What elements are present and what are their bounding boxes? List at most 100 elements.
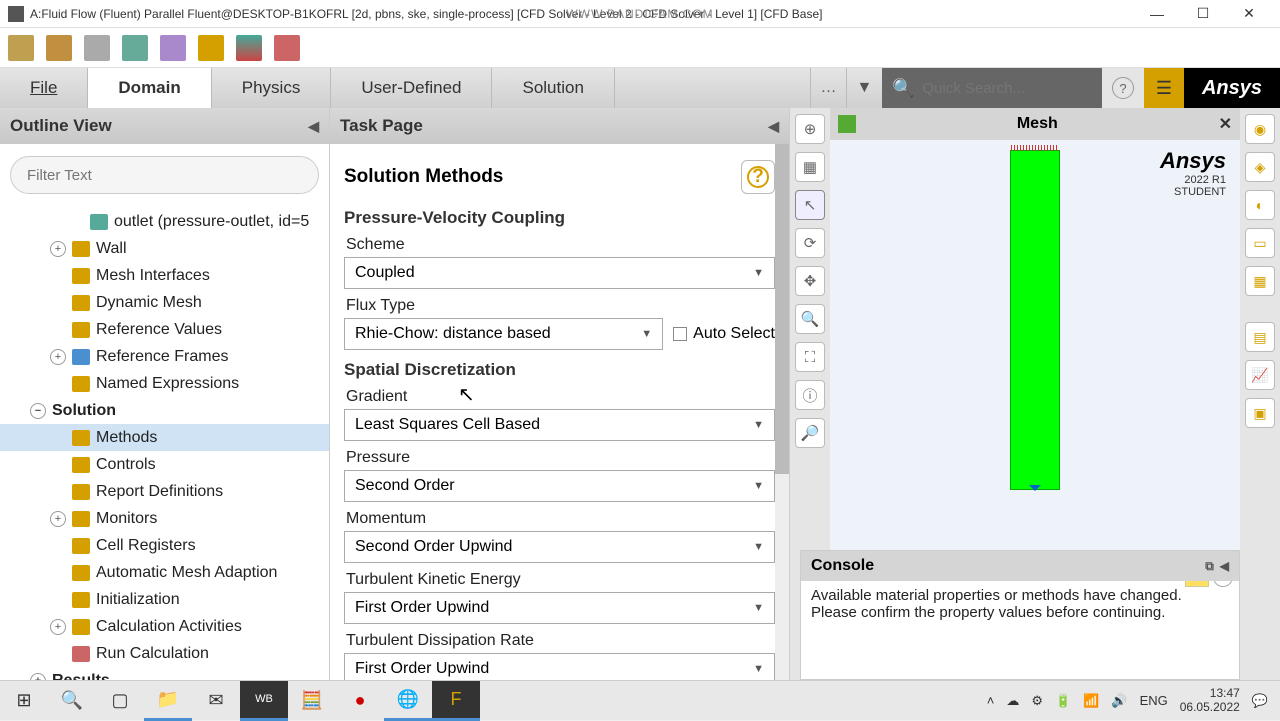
tray-language[interactable]: ENG xyxy=(1140,693,1168,708)
ribbon-more-icon[interactable]: … xyxy=(810,68,846,108)
tray-wifi-icon[interactable]: 📶 xyxy=(1083,693,1099,709)
ribbon: File Domain Physics User-Defined Solutio… xyxy=(0,68,1280,108)
menu-icon[interactable]: ☰ xyxy=(1144,68,1184,108)
rotate-icon[interactable]: ⟳ xyxy=(795,228,825,258)
tray-icon[interactable]: ⚙ xyxy=(1031,693,1043,709)
start-button[interactable]: ⊞ xyxy=(0,681,48,721)
collapse-icon[interactable]: ◀ xyxy=(308,118,319,135)
quick-search[interactable]: 🔍 xyxy=(882,68,1102,108)
tool-icon[interactable] xyxy=(198,35,224,61)
view-tool-icon[interactable]: ▦ xyxy=(795,152,825,182)
console-title: Console xyxy=(811,557,874,575)
warning-icon[interactable]: ⚠ xyxy=(1185,581,1209,587)
tree-node-calc-activities[interactable]: +Calculation Activities xyxy=(0,613,329,640)
minimize-button[interactable]: — xyxy=(1134,0,1180,28)
fit-icon[interactable]: ⛶ xyxy=(795,342,825,372)
gradient-dropdown[interactable]: Least Squares Cell Based xyxy=(344,409,775,441)
tree-node-run-calculation[interactable]: Run Calculation xyxy=(0,640,329,667)
tab-solution[interactable]: Solution xyxy=(492,68,614,108)
search-input[interactable] xyxy=(922,80,1092,97)
tree-node-reference-values[interactable]: Reference Values xyxy=(0,316,329,343)
maximize-button[interactable]: ☐ xyxy=(1180,0,1226,28)
tool-icon[interactable] xyxy=(122,35,148,61)
tool-icon[interactable] xyxy=(274,35,300,61)
tke-dropdown[interactable]: First Order Upwind xyxy=(344,592,775,624)
scheme-dropdown[interactable]: Coupled xyxy=(344,257,775,289)
ribbon-dropdown-icon[interactable]: ▼ xyxy=(846,68,882,108)
tree-node-controls[interactable]: Controls xyxy=(0,451,329,478)
system-tray[interactable]: ˄ ☁ ⚙ 🔋 📶 🔊 ENG 13:4706.05.2022 💬 xyxy=(975,687,1280,713)
tree-node-named-expressions[interactable]: Named Expressions xyxy=(0,370,329,397)
view-tool-icon[interactable]: ⊕ xyxy=(795,114,825,144)
tool-icon[interactable] xyxy=(46,35,72,61)
display-tool-icon[interactable]: ◈ xyxy=(1245,152,1275,182)
quick-toolbar xyxy=(0,28,1280,68)
display-tool-icon[interactable]: ▦ xyxy=(1245,266,1275,296)
zoom-region-icon[interactable]: 🔎 xyxy=(795,418,825,448)
mail-icon[interactable]: ✉ xyxy=(192,681,240,721)
info-icon[interactable]: ⓘ xyxy=(795,380,825,410)
tab-domain[interactable]: Domain xyxy=(88,68,211,108)
tree-node-initialization[interactable]: Initialization xyxy=(0,586,329,613)
flux-type-dropdown[interactable]: Rhie-Chow: distance based xyxy=(344,318,663,350)
tree-node-cell-registers[interactable]: Cell Registers xyxy=(0,532,329,559)
calculator-icon[interactable]: 🧮 xyxy=(288,681,336,721)
tray-chevron-icon[interactable]: ˄ xyxy=(987,693,995,708)
scroll-thumb[interactable] xyxy=(775,144,789,474)
tree-node-methods[interactable]: Methods xyxy=(0,424,329,451)
help-button[interactable]: ? xyxy=(1102,68,1144,108)
tab-user-defined[interactable]: User-Defined xyxy=(331,68,492,108)
display-tool-icon[interactable]: ◉ xyxy=(1245,114,1275,144)
auto-select-checkbox[interactable]: Auto Select xyxy=(673,325,775,343)
close-button[interactable]: ✕ xyxy=(1226,0,1272,28)
console-collapse-icon[interactable]: ◀ xyxy=(1220,559,1229,574)
search-button[interactable]: 🔍 xyxy=(48,681,96,721)
tree-node-results[interactable]: +Results xyxy=(0,667,329,680)
tree-node-reference-frames[interactable]: +Reference Frames xyxy=(0,343,329,370)
tree-node-outlet[interactable]: outlet (pressure-outlet, id=5 xyxy=(0,208,329,235)
chrome-icon[interactable]: 🌐 xyxy=(384,681,432,721)
zoom-icon[interactable]: 🔍 xyxy=(795,304,825,334)
tab-physics[interactable]: Physics xyxy=(212,68,332,108)
tree-node-mesh-interfaces[interactable]: Mesh Interfaces xyxy=(0,262,329,289)
fluent-icon[interactable]: F xyxy=(432,681,480,721)
tray-volume-icon[interactable]: 🔊 xyxy=(1111,693,1127,709)
collapse-icon[interactable]: ◀ xyxy=(768,118,779,135)
pan-icon[interactable]: ✥ xyxy=(795,266,825,296)
tray-battery-icon[interactable]: 🔋 xyxy=(1055,693,1071,709)
display-tool-icon[interactable]: ◐ xyxy=(1245,190,1275,220)
brand-logo: Ansys xyxy=(1184,68,1280,108)
tool-icon[interactable] xyxy=(160,35,186,61)
record-icon[interactable]: ● xyxy=(336,681,384,721)
tree-node-wall[interactable]: +Wall xyxy=(0,235,329,262)
explorer-icon[interactable]: 📁 xyxy=(144,681,192,721)
display-tool-icon[interactable]: ▭ xyxy=(1245,228,1275,258)
tree-node-report-definitions[interactable]: Report Definitions xyxy=(0,478,329,505)
tree-node-monitors[interactable]: +Monitors xyxy=(0,505,329,532)
section-pv-coupling: Pressure-Velocity Coupling xyxy=(344,208,775,228)
display-tool-icon[interactable]: 📈 xyxy=(1245,360,1275,390)
filter-input[interactable] xyxy=(10,156,319,194)
taskview-button[interactable]: ▢ xyxy=(96,681,144,721)
tool-icon[interactable] xyxy=(8,35,34,61)
tray-icon[interactable]: ☁ xyxy=(1006,693,1019,709)
momentum-dropdown[interactable]: Second Order Upwind xyxy=(344,531,775,563)
tree-node-solution[interactable]: −Solution xyxy=(0,397,329,424)
display-tool-icon[interactable]: ▣ xyxy=(1245,398,1275,428)
tdr-dropdown[interactable]: First Order Upwind xyxy=(344,653,775,680)
tree-node-dynamic-mesh[interactable]: Dynamic Mesh xyxy=(0,289,329,316)
pointer-icon[interactable]: ↖ xyxy=(795,190,825,220)
console-popout-icon[interactable]: ⧉ xyxy=(1205,559,1214,574)
tray-clock[interactable]: 13:4706.05.2022 xyxy=(1180,687,1240,713)
close-tab-icon[interactable]: ✕ xyxy=(1219,114,1232,134)
tool-icon[interactable] xyxy=(84,35,110,61)
tree-node-auto-mesh-adaption[interactable]: Automatic Mesh Adaption xyxy=(0,559,329,586)
tab-file[interactable]: File xyxy=(0,68,88,108)
display-tool-icon[interactable]: ▤ xyxy=(1245,322,1275,352)
pressure-dropdown[interactable]: Second Order xyxy=(344,470,775,502)
mesh-geometry[interactable] xyxy=(1010,150,1060,490)
help-button[interactable]: ? xyxy=(741,160,775,194)
tray-notifications-icon[interactable]: 💬 xyxy=(1252,693,1268,709)
tool-icon[interactable] xyxy=(236,35,262,61)
workbench-icon[interactable]: WB xyxy=(240,681,288,721)
